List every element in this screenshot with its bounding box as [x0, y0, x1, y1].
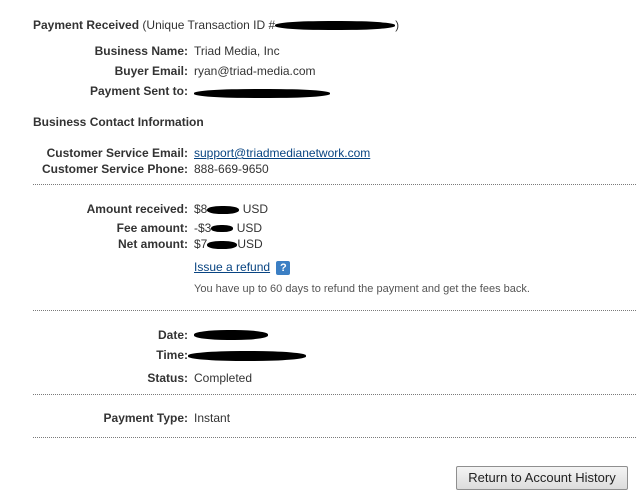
net-amount-label: Net amount:: [118, 237, 188, 251]
redacted-amount-received: [207, 205, 240, 214]
refund-note: You have up to 60 days to refund the pay…: [194, 283, 530, 295]
business-name-label: Business Name:: [94, 44, 188, 58]
net-amount-value: $7 USD: [194, 237, 263, 251]
section-divider: [33, 310, 636, 311]
fee-amount-value: -$3 USD: [194, 221, 262, 235]
payment-sent-label: Payment Sent to:: [89, 84, 188, 98]
fee-amount-currency: USD: [236, 221, 263, 235]
help-icon[interactable]: ?: [276, 260, 291, 275]
amount-received-currency: USD: [242, 202, 269, 216]
payment-type-value: Instant: [194, 411, 231, 425]
redacted-date: [194, 329, 268, 340]
payment-type-label: Payment Type:: [103, 411, 188, 425]
page-title: Payment Received: [33, 18, 140, 32]
amount-received-label: Amount received:: [86, 202, 188, 216]
customer-service-phone-label: Customer Service Phone:: [41, 162, 188, 176]
transaction-id-suffix: ): [395, 18, 400, 32]
net-amount-prefix: $7: [194, 237, 208, 251]
amount-received-prefix: $8: [194, 202, 208, 216]
section-divider: [33, 394, 636, 395]
customer-service-phone-value: 888-669-9650: [194, 162, 269, 176]
redacted-recipient-email: [194, 89, 330, 99]
status-label: Status:: [147, 371, 188, 385]
amount-received-value: $8 USD: [194, 202, 268, 216]
section-divider: [33, 437, 636, 438]
redacted-net-amount: [207, 240, 238, 249]
transaction-id-prefix: (Unique Transaction ID #: [142, 18, 276, 32]
redacted-time: [188, 350, 306, 361]
issue-refund-link[interactable]: Issue a refund: [194, 260, 270, 274]
page-header: Payment Received (Unique Transaction ID …: [33, 18, 399, 32]
redacted-fee-amount: [211, 225, 234, 233]
payment-details-page: Payment Received (Unique Transaction ID …: [0, 0, 643, 503]
time-label: Time:: [156, 348, 188, 362]
buyer-email-label: Buyer Email:: [114, 64, 188, 78]
date-label: Date:: [157, 328, 188, 342]
fee-amount-prefix: -$3: [194, 221, 212, 235]
business-name-value: Triad Media, Inc: [194, 44, 280, 58]
redacted-transaction-id: [275, 21, 396, 31]
status-value: Completed: [194, 371, 253, 385]
return-to-account-history-button[interactable]: Return to Account History: [456, 466, 628, 490]
date-value: [194, 327, 268, 341]
customer-service-email-label: Customer Service Email:: [46, 146, 188, 160]
buyer-email-value: ryan@triad-media.com: [194, 64, 316, 78]
fee-amount-label: Fee amount:: [116, 221, 188, 235]
customer-service-email-link[interactable]: support@triadmedianetwork.com: [194, 146, 370, 160]
contact-section-heading: Business Contact Information: [33, 115, 204, 129]
section-divider: [33, 184, 636, 185]
time-value: [188, 348, 306, 362]
net-amount-currency: USD: [237, 237, 263, 251]
refund-row: Issue a refund ?: [194, 260, 291, 275]
payment-sent-value: [194, 86, 330, 100]
